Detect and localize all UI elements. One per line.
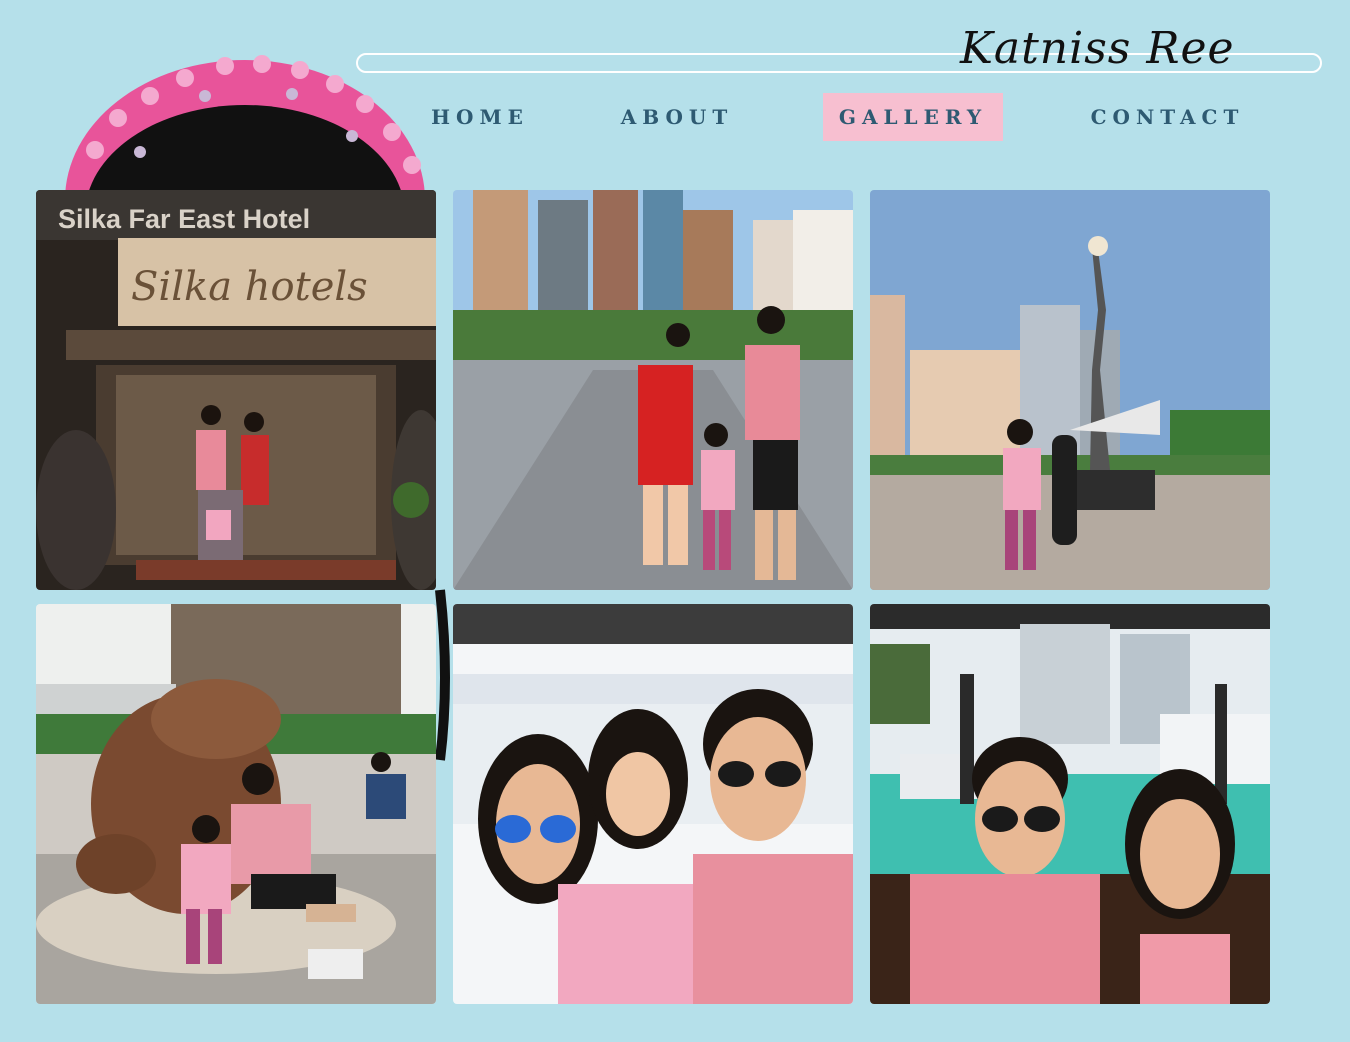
nav-home[interactable]: HOME: [425, 93, 535, 141]
nav-gallery[interactable]: GALLERY: [823, 93, 1003, 141]
brand-signature[interactable]: Katniss Ree: [960, 14, 1234, 84]
gallery-photo-statue[interactable]: [870, 190, 1270, 590]
hotel-logo-text: Silka hotels: [131, 264, 368, 310]
gallery-photo-marina-selfie[interactable]: [870, 604, 1270, 1004]
nav-contact[interactable]: CONTACT: [1080, 93, 1255, 141]
gallery-photo-promenade[interactable]: [453, 190, 853, 590]
gallery-photo-ferry-selfie[interactable]: [453, 604, 853, 1004]
nav-about[interactable]: ABOUT: [612, 93, 742, 141]
main-nav: HOME ABOUT GALLERY CONTACT: [0, 93, 1350, 141]
hotel-sign-text: Silka Far East Hotel: [58, 204, 310, 234]
gallery-photo-hotel[interactable]: Silka Far East Hotel Silka hotels: [36, 190, 436, 590]
gallery-photo-pig-statue[interactable]: [36, 604, 436, 1004]
